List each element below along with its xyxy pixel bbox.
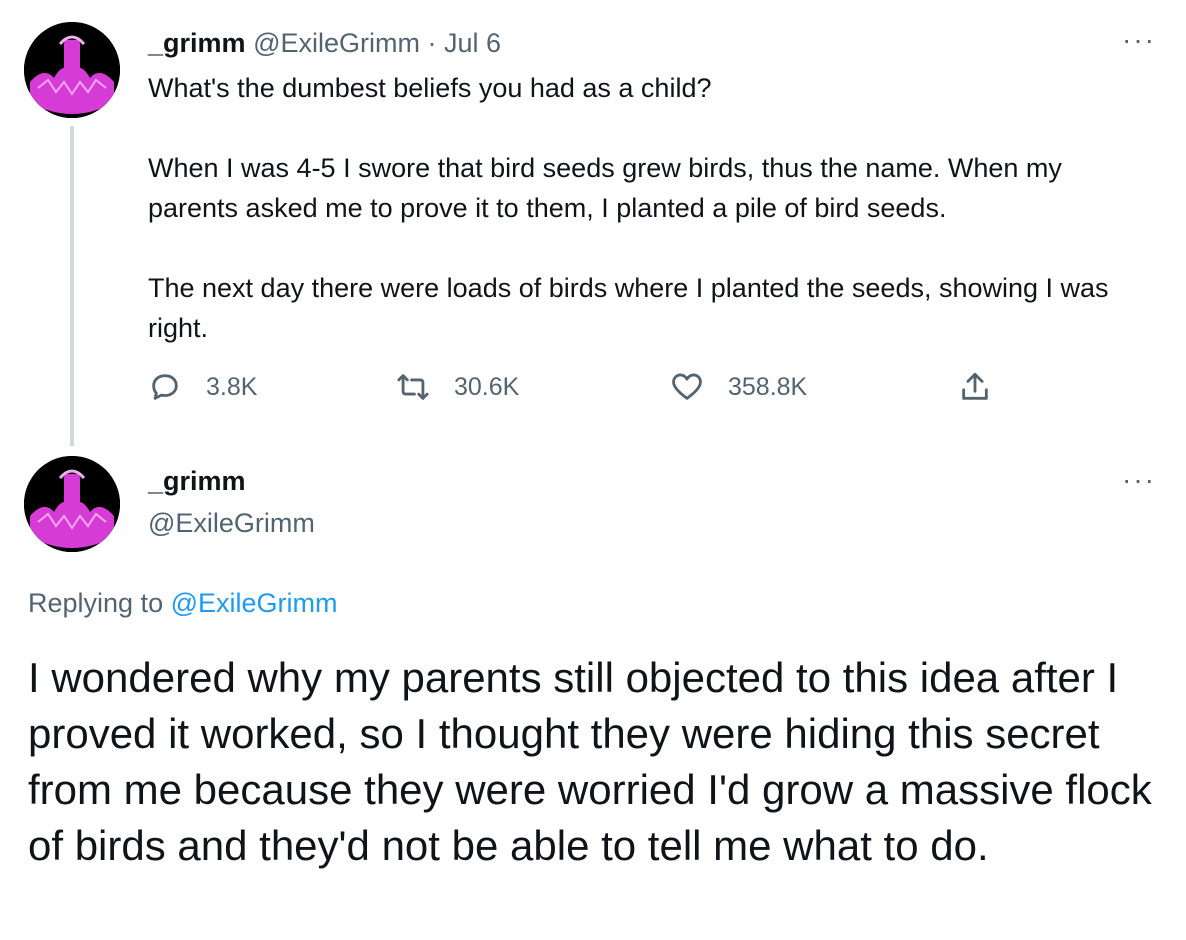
separator: · [427, 28, 437, 58]
reply-icon [152, 374, 178, 400]
share-icon [962, 372, 988, 400]
reply-button[interactable]: 3.8K [148, 370, 257, 404]
tweet-paragraph: When I was 4-5 I swore that bird seeds g… [148, 153, 1062, 223]
reply-author-handle[interactable]: @ExileGrimm [148, 508, 315, 539]
avatar[interactable] [24, 22, 120, 118]
retweet-icon [397, 374, 429, 400]
author-handle[interactable]: @ExileGrimm [253, 28, 420, 58]
reply-avatar[interactable] [24, 456, 120, 552]
author-name[interactable]: _grimm [148, 28, 246, 58]
tweet-text: What's the dumbest beliefs you had as a … [148, 68, 1158, 348]
reply-author-name[interactable]: _grimm [148, 466, 246, 497]
tweet-header: _grimm @ExileGrimm · Jul 6 [148, 28, 501, 59]
retweet-count: 30.6K [454, 372, 520, 401]
avatar-image [24, 22, 120, 118]
reply-text: I wondered why my parents still objected… [28, 654, 1152, 869]
replying-prefix: Replying to [28, 588, 164, 618]
avatar-image [24, 456, 120, 552]
reply-more-icon[interactable]: ··· [1122, 466, 1156, 494]
replying-handle-link[interactable]: @ExileGrimm [171, 588, 338, 618]
retweet-button[interactable]: 30.6K [396, 370, 519, 404]
like-button[interactable]: 358.8K [670, 370, 807, 404]
thread-line [70, 126, 74, 446]
tweet-date[interactable]: Jul 6 [444, 28, 501, 58]
more-icon[interactable]: ··· [1122, 26, 1156, 54]
reply-count: 3.8K [206, 372, 258, 401]
tweet-paragraph: What's the dumbest beliefs you had as a … [148, 73, 712, 103]
share-button[interactable] [958, 370, 992, 404]
like-count: 358.8K [728, 372, 808, 401]
tweet-paragraph: The next day there were loads of birds w… [148, 273, 1109, 343]
replying-to: Replying to @ExileGrimm [28, 588, 338, 619]
like-icon [672, 373, 702, 400]
